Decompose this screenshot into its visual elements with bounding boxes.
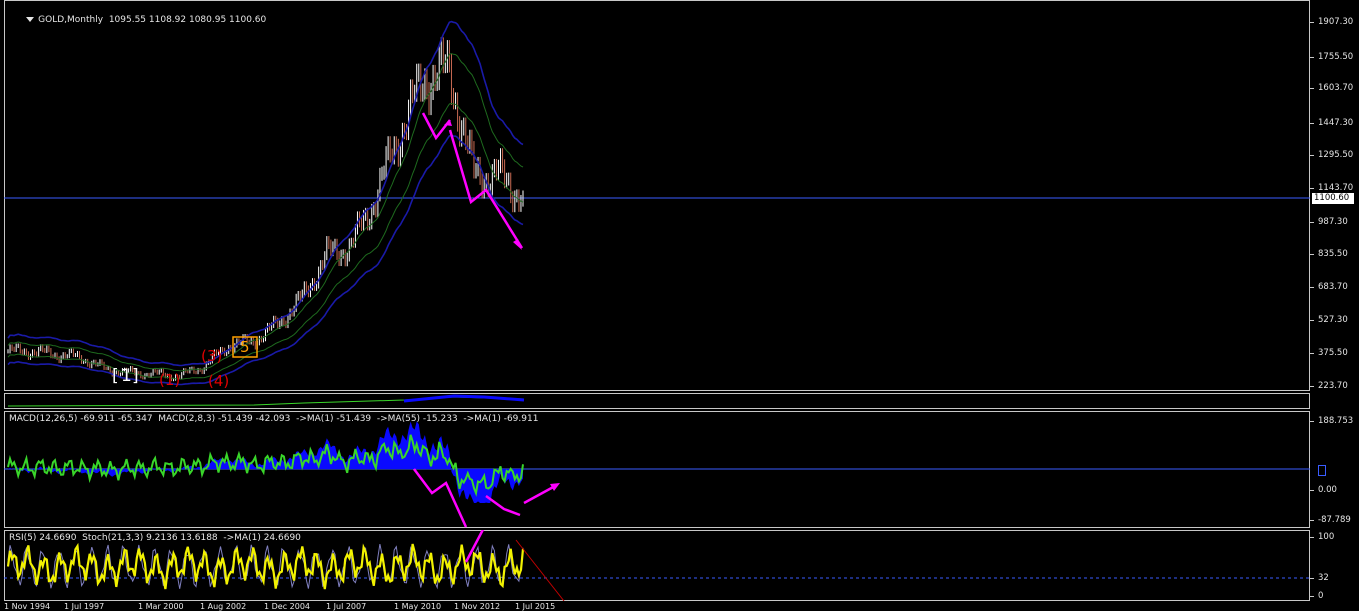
price-tick-mark xyxy=(1310,88,1314,89)
price-tick-mark xyxy=(1310,155,1314,156)
price-tick-label: 1447.30 xyxy=(1318,118,1354,128)
wave-label-1: 1 xyxy=(121,366,132,386)
wave-label-4: (4) xyxy=(208,372,229,390)
annotation-arrow-1 xyxy=(421,112,451,141)
wave-label-5: 5 xyxy=(240,338,250,356)
bb-lower xyxy=(7,134,524,386)
price-tick-label: 1907.30 xyxy=(1318,17,1354,27)
macd-tick-label: -87.789 xyxy=(1318,515,1351,525)
wave-bracket-1-close: ] xyxy=(132,366,139,386)
price-tick-label: 1755.50 xyxy=(1318,52,1354,62)
price-tick-label: 987.30 xyxy=(1318,217,1348,227)
price-tick-label: 375.50 xyxy=(1318,348,1348,358)
rsi-svg xyxy=(4,530,1310,601)
date-tick-label: 1 Nov 1994 xyxy=(4,602,51,611)
macd-tick-label: 0.00 xyxy=(1318,485,1337,495)
price-chart-svg: 1 [ ] (1) (3) (4) 5 xyxy=(4,20,1310,390)
price-tick-mark xyxy=(1310,123,1314,124)
macd-tick-mark xyxy=(1310,490,1314,491)
price-tick-mark xyxy=(1310,320,1314,321)
rsi-tick-label: 0 xyxy=(1318,591,1324,601)
price-tick-mark xyxy=(1310,287,1314,288)
price-tick-mark xyxy=(1310,222,1314,223)
macd-tick-label: 188.753 xyxy=(1318,416,1354,426)
rsi-tick-mark xyxy=(1310,537,1314,538)
macd-svg xyxy=(4,421,1310,528)
macd-arrow-mid xyxy=(485,494,521,517)
rsi-tick-label: 100 xyxy=(1318,532,1335,542)
macd-tick-mark xyxy=(1310,421,1314,422)
price-tick-label: 835.50 xyxy=(1318,249,1348,259)
price-candles xyxy=(7,37,524,382)
macd-arrow-up xyxy=(523,483,558,505)
price-tick-mark xyxy=(1310,254,1314,255)
bb-upper xyxy=(7,20,524,367)
rsi-tick-mark xyxy=(1310,596,1314,597)
rsi-tick-label: 32 xyxy=(1318,573,1329,583)
chart-window: GOLD,Monthly 1095.55 1108.92 1080.95 110… xyxy=(0,0,1359,611)
price-tick-mark xyxy=(1310,353,1314,354)
date-tick-label: 1 Aug 2002 xyxy=(200,602,247,611)
volume-strip-svg xyxy=(7,394,525,407)
date-tick-label: 1 May 2010 xyxy=(394,602,442,611)
date-tick-label: 1 Jul 2007 xyxy=(326,602,367,611)
price-tick-mark xyxy=(1310,57,1314,58)
wave-label-3: (3) xyxy=(201,347,222,365)
price-tick-label: 1603.70 xyxy=(1318,83,1354,93)
macd-panel[interactable]: MACD(12,26,5) -69.911 -65.347 MACD(2,8,3… xyxy=(4,411,1310,528)
price-tick-label: 1143.70 xyxy=(1318,183,1354,193)
date-axis: 1 Nov 1994 1 Jul 1997 1 Mar 2000 1 Aug 2002… xyxy=(0,600,1310,611)
rsi-line xyxy=(6,542,525,590)
rsi-tick-mark xyxy=(1310,578,1314,579)
date-tick-label: 1 Jul 2015 xyxy=(515,602,556,611)
price-tick-mark xyxy=(1310,386,1314,387)
volume-strip-trace xyxy=(7,396,525,407)
rsi-trace xyxy=(6,542,525,590)
wave-label-1b: (1) xyxy=(159,371,180,389)
price-tick-label: 683.70 xyxy=(1318,282,1348,292)
price-tick-label: 527.30 xyxy=(1318,315,1348,325)
date-tick-label: 1 Dec 2004 xyxy=(264,602,311,611)
macd-level-marker xyxy=(1318,465,1326,476)
volume-strip-panel[interactable] xyxy=(4,393,1310,409)
rsi-trend-line xyxy=(515,539,565,601)
bb-inner-upper xyxy=(7,53,524,372)
volume-strip-trace-2 xyxy=(403,394,525,403)
price-tick-label: 1295.50 xyxy=(1318,150,1354,160)
macd-tick-mark xyxy=(1310,520,1314,521)
date-tick-label: 1 Nov 2012 xyxy=(454,602,501,611)
price-tick-label: 223.70 xyxy=(1318,381,1348,391)
current-price-tag: 1100.60 xyxy=(1312,193,1354,204)
date-tick-label: 1 Jul 1997 xyxy=(64,602,105,611)
rsi-axis: 100 32 0 xyxy=(1310,530,1359,601)
price-panel[interactable]: GOLD,Monthly 1095.55 1108.92 1080.95 110… xyxy=(4,0,1310,391)
date-tick-label: 1 Mar 2000 xyxy=(138,602,184,611)
price-tick-mark xyxy=(1310,188,1314,189)
wave-bracket-1: [ xyxy=(112,366,119,386)
rsi-panel[interactable]: RSI(5) 24.6690 Stoch(21,3,3) 9.2136 13.6… xyxy=(4,530,1310,601)
price-tick-mark xyxy=(1310,22,1314,23)
